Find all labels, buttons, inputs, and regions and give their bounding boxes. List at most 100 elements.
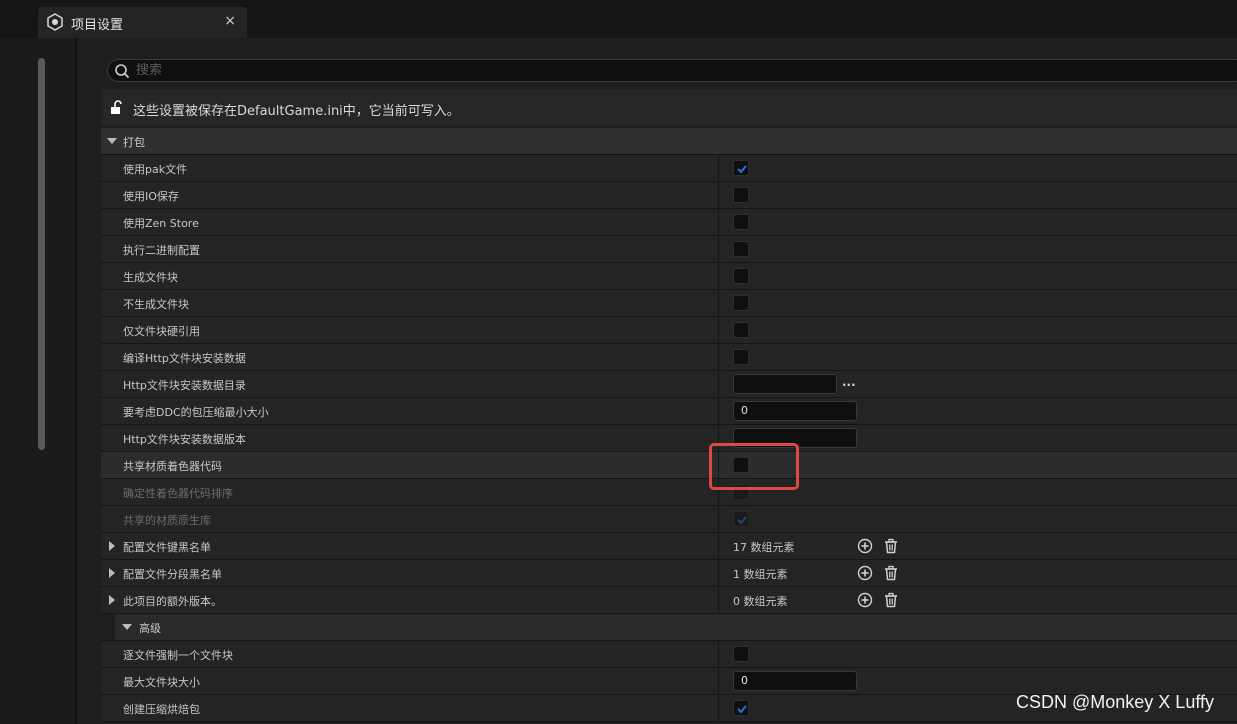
property-checkbox[interactable] — [733, 700, 749, 716]
trash-icon[interactable] — [883, 565, 899, 581]
config-notice: 这些设置被保存在DefaultGame.ini中，它当前可写入。 — [101, 89, 1237, 126]
triangle-right-icon[interactable] — [107, 568, 117, 578]
property-row: 生成文件块 — [101, 263, 1237, 290]
lock-open-icon — [111, 100, 122, 114]
column-separator[interactable] — [718, 209, 719, 235]
property-label: 要考虑DDC的包压缩最小大小 — [123, 406, 269, 419]
ellipsis-icon[interactable]: ... — [842, 375, 856, 389]
notice-text: 这些设置被保存在DefaultGame.ini中，它当前可写入。 — [133, 104, 460, 119]
property-row: 使用IO保存 — [101, 182, 1237, 209]
property-row: 仅文件块硬引用 — [101, 317, 1237, 344]
tab-project-settings[interactable]: 项目设置 × — [38, 7, 247, 38]
column-separator[interactable] — [718, 695, 719, 721]
property-row: 共享的材质原生库 — [101, 506, 1237, 533]
property-row: 配置文件键黑名单 17 数组元素 — [101, 533, 1237, 560]
column-separator[interactable] — [718, 398, 719, 424]
close-icon[interactable]: × — [224, 13, 236, 29]
column-separator[interactable] — [718, 371, 719, 397]
property-label: 执行二进制配置 — [123, 244, 200, 257]
column-separator[interactable] — [718, 344, 719, 370]
property-checkbox[interactable] — [733, 295, 749, 311]
property-label: 确定性着色器代码排序 — [123, 487, 233, 500]
array-element-count: 1 数组元素 — [733, 568, 788, 581]
property-label: 最大文件块大小 — [123, 676, 200, 689]
column-separator[interactable] — [718, 317, 719, 343]
property-row: 要考虑DDC的包压缩最小大小 0 — [101, 398, 1237, 425]
property-row: 共享材质着色器代码 — [101, 452, 1237, 479]
trash-icon[interactable] — [883, 538, 899, 554]
column-separator[interactable] — [718, 641, 719, 667]
directory-path-field[interactable] — [733, 374, 837, 394]
property-label: 配置文件分段黑名单 — [123, 568, 222, 581]
search-box[interactable] — [107, 59, 1237, 82]
column-separator[interactable] — [718, 236, 719, 262]
property-label: 逐文件强制一个文件块 — [123, 649, 233, 662]
settings-panel: 这些设置被保存在DefaultGame.ini中，它当前可写入。 打包 使用pa… — [77, 38, 1237, 724]
property-row: 编译Http文件块安装数据 — [101, 344, 1237, 371]
category-label: 打包 — [123, 136, 145, 149]
trash-icon[interactable] — [883, 592, 899, 608]
property-label: Http文件块安装数据目录 — [123, 379, 246, 392]
property-text-field[interactable]: 0 — [733, 671, 857, 691]
property-checkbox[interactable] — [733, 646, 749, 662]
triangle-down-icon[interactable] — [107, 136, 117, 146]
annotation-highlight-box — [709, 443, 799, 490]
watermark: CSDN @Monkey X Luffy — [1016, 692, 1215, 712]
column-separator[interactable] — [718, 290, 719, 316]
property-checkbox[interactable] — [733, 268, 749, 284]
column-separator[interactable] — [718, 263, 719, 289]
column-separator[interactable] — [718, 560, 719, 586]
property-label: 生成文件块 — [123, 271, 178, 284]
property-checkbox[interactable] — [733, 322, 749, 338]
property-row: Http文件块安装数据版本 — [101, 425, 1237, 452]
property-label: 共享的材质原生库 — [123, 514, 211, 527]
left-scrollbar[interactable] — [38, 58, 45, 450]
property-row: Http文件块安装数据目录... — [101, 371, 1237, 398]
property-label: 使用pak文件 — [123, 163, 188, 176]
title-bar: 项目设置 × — [0, 0, 1237, 38]
property-row: 最大文件块大小 0 — [101, 668, 1237, 695]
property-checkbox[interactable] — [733, 511, 749, 527]
property-label: 配置文件键黑名单 — [123, 541, 211, 554]
column-separator[interactable] — [718, 182, 719, 208]
property-row: 配置文件分段黑名单 1 数组元素 — [101, 560, 1237, 587]
triangle-right-icon[interactable] — [107, 541, 117, 551]
triangle-right-icon[interactable] — [107, 595, 117, 605]
triangle-down-icon[interactable] — [122, 622, 132, 632]
search-icon — [115, 64, 130, 79]
property-checkbox[interactable] — [733, 214, 749, 230]
property-checkbox[interactable] — [733, 187, 749, 203]
checkmark-icon — [737, 516, 747, 525]
property-row: 确定性着色器代码排序 — [101, 479, 1237, 506]
tab-title: 项目设置 — [71, 18, 124, 33]
array-element-count: 0 数组元素 — [733, 595, 788, 608]
column-separator[interactable] — [718, 587, 719, 613]
property-label: 仅文件块硬引用 — [123, 325, 200, 338]
packaging-rows: 使用pak文件 使用IO保存使用Zen Store 执行二进制配置 生成文件块不生成文… — [101, 155, 1237, 614]
property-row: 使用Zen Store — [101, 209, 1237, 236]
column-separator[interactable] — [718, 668, 719, 694]
property-label: 不生成文件块 — [123, 298, 189, 311]
property-row: 不生成文件块 — [101, 290, 1237, 317]
property-row: 逐文件强制一个文件块 — [101, 641, 1237, 668]
property-label: 编译Http文件块安装数据 — [123, 352, 246, 365]
search-input[interactable] — [136, 61, 1036, 80]
property-label: 此项目的额外版本。 — [123, 595, 222, 608]
property-label: 使用IO保存 — [123, 190, 179, 203]
property-checkbox[interactable] — [733, 160, 749, 176]
property-checkbox[interactable] — [733, 349, 749, 365]
subcategory-label: 高级 — [139, 622, 161, 635]
column-separator[interactable] — [718, 155, 719, 181]
add-circle-icon[interactable] — [857, 592, 873, 608]
column-separator[interactable] — [718, 506, 719, 532]
array-element-count: 17 数组元素 — [733, 541, 795, 554]
checkmark-icon — [737, 705, 747, 714]
subcategory-advanced[interactable]: 高级 — [101, 614, 1237, 641]
property-checkbox[interactable] — [733, 241, 749, 257]
category-packaging[interactable]: 打包 — [101, 128, 1237, 155]
column-separator[interactable] — [718, 533, 719, 559]
property-text-field[interactable]: 0 — [733, 401, 857, 421]
property-row: 执行二进制配置 — [101, 236, 1237, 263]
add-circle-icon[interactable] — [857, 538, 873, 554]
add-circle-icon[interactable] — [857, 565, 873, 581]
